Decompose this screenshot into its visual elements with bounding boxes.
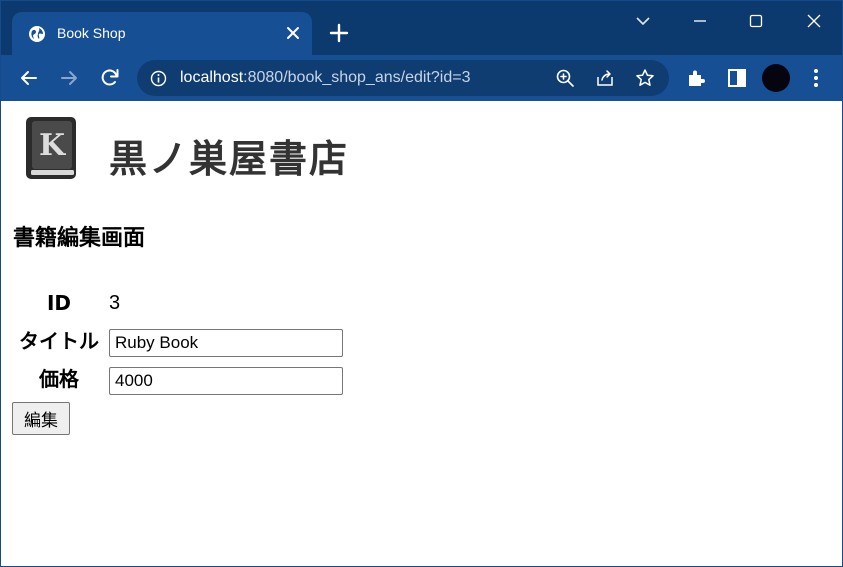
close-tab-icon[interactable] (284, 24, 302, 42)
edit-submit-button[interactable]: 編集 (12, 402, 70, 435)
reload-icon[interactable] (98, 66, 122, 90)
zoom-icon[interactable] (555, 68, 575, 88)
tab-search-icon[interactable] (629, 9, 657, 33)
id-value: 3 (109, 292, 121, 314)
tab-title: Book Shop (57, 25, 126, 41)
kebab-menu-icon[interactable] (804, 66, 828, 90)
url-host: localhost (180, 69, 244, 86)
price-label: 価格 (39, 367, 79, 391)
bookmark-star-icon[interactable] (635, 68, 655, 88)
site-info-icon[interactable] (150, 70, 167, 87)
extensions-icon[interactable] (685, 66, 709, 90)
new-tab-icon[interactable] (329, 23, 349, 43)
profile-avatar[interactable] (762, 64, 790, 92)
tab-book-shop[interactable]: Book Shop (12, 12, 312, 55)
close-window-icon[interactable] (800, 9, 828, 33)
tab-strip: Book Shop (1, 1, 842, 55)
shop-logo: K 黒ノ巣屋書店 (23, 115, 347, 181)
page-content: K 黒ノ巣屋書店 書籍編集画面 ID 3 タイトル 価格 編集 (1, 101, 842, 566)
url-text: localhost:8080/book_shop_ans/edit?id=3 (180, 69, 470, 87)
minimize-icon[interactable] (686, 9, 714, 33)
title-label: タイトル (19, 329, 99, 353)
id-label: ID (46, 291, 72, 315)
globe-icon (29, 26, 45, 42)
book-logo-icon: K (26, 117, 76, 179)
share-icon[interactable] (595, 68, 615, 88)
price-input[interactable] (109, 367, 343, 395)
url-path: :8080/book_shop_ans/edit?id=3 (243, 69, 471, 86)
browser-toolbar: localhost:8080/book_shop_ans/edit?id=3 (1, 55, 842, 101)
maximize-icon[interactable] (742, 9, 770, 33)
address-bar[interactable]: localhost:8080/book_shop_ans/edit?id=3 (137, 60, 669, 96)
back-arrow-icon[interactable] (17, 66, 41, 90)
browser-window: Book Shop localhost:8080/book_shop_ans/e… (0, 0, 843, 567)
forward-arrow-icon[interactable] (57, 66, 81, 90)
title-input[interactable] (109, 329, 343, 357)
side-panel-icon[interactable] (725, 66, 749, 90)
page-title: 書籍編集画面 (13, 226, 146, 251)
logo-letter: K (39, 128, 66, 163)
logo-text: 黒ノ巣屋書店 (109, 137, 350, 181)
